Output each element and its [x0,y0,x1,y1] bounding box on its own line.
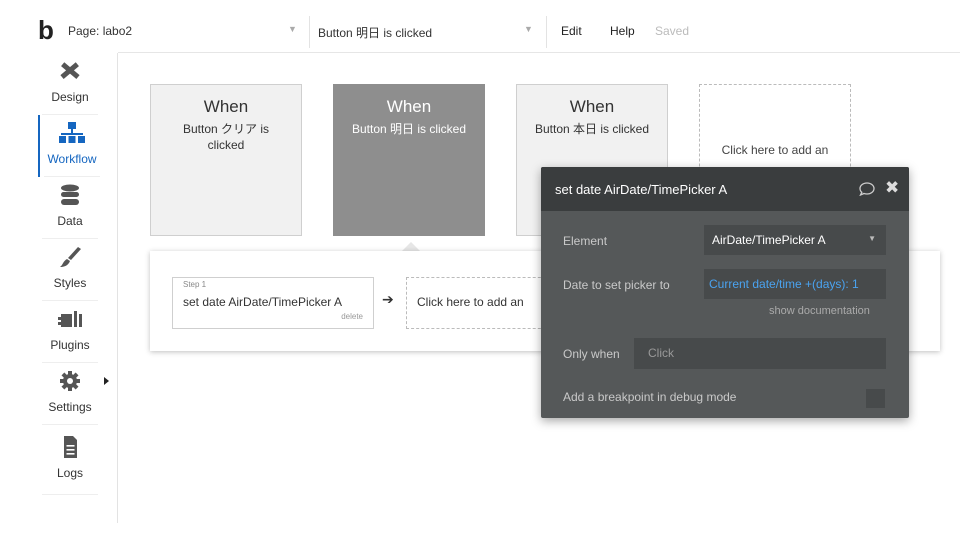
property-editor-title: set date AirDate/TimePicker A [555,182,728,197]
step-title: set date AirDate/TimePicker A [183,295,342,309]
sidebar-item-label: Logs [56,466,84,480]
selected-event-pointer [402,242,420,251]
help-menu[interactable]: Help [610,24,635,38]
step-number: Step 1 [183,280,207,289]
event-description: Button クリア is clicked [182,122,270,152]
event-card-tomorrow[interactable]: When Button 明日 is clicked [333,84,485,236]
sidebar-item-label: Plugins [50,338,90,352]
date-label: Date to set picker to [563,278,670,292]
close-icon[interactable]: ✖ [885,178,899,198]
add-action-label: Click here to add an [417,295,524,309]
database-icon [61,184,79,205]
sidebar-item-logs[interactable]: Logs [38,425,102,505]
sidebar-item-label: Styles [53,276,87,290]
event-when-label: When [569,97,615,116]
event-selector[interactable]: Button 明日 is clicked [318,24,432,41]
page-dropdown-caret-icon[interactable]: ▼ [288,24,297,34]
property-editor: set date AirDate/TimePicker A ✖ Element … [541,167,909,418]
sidebar-item-label: Workflow [47,152,97,166]
action-step-1[interactable]: Step 1 set date AirDate/TimePicker A del… [172,277,374,329]
sidebar: Design Workflow Data Styles Plugins Sett… [38,53,118,523]
sidebar-item-workflow[interactable]: Workflow [38,115,102,177]
brush-icon [60,247,81,267]
element-dropdown[interactable]: AirDate/TimePicker A ▼ [704,225,886,255]
delete-step-link[interactable]: delete [341,312,363,321]
edit-menu[interactable]: Edit [561,24,582,38]
app-root: b Page: labo2 ▼ Button 明日 is clicked ▼ E… [0,0,960,540]
sidebar-item-settings[interactable]: Settings [38,363,102,425]
show-documentation-link[interactable]: show documentation [769,305,870,317]
event-description: Button 明日 is clicked [351,122,467,136]
divider [546,16,547,48]
sidebar-item-plugins[interactable]: Plugins [38,301,102,363]
breakpoint-checkbox[interactable] [866,389,885,408]
event-when-label: When [203,97,249,116]
divider [309,16,310,48]
page-selector[interactable]: Page: labo2 [68,24,132,38]
sidebar-item-styles[interactable]: Styles [38,239,102,301]
divider [118,52,960,53]
top-bar: b Page: labo2 ▼ Button 明日 is clicked ▼ E… [0,0,960,52]
bubble-logo[interactable]: b [38,17,54,43]
document-icon [64,436,77,458]
chevron-down-icon: ▼ [868,234,876,243]
sidebar-item-label: Settings [48,400,92,414]
design-tools-icon [60,62,80,79]
breakpoint-label: Add a breakpoint in debug mode [563,390,737,404]
event-description: Button 本日 is clicked [534,122,650,136]
date-expression-value[interactable]: Current date/time +(days): 1 [709,277,859,291]
property-editor-header[interactable]: set date AirDate/TimePicker A ✖ [541,167,909,211]
sidebar-item-data[interactable]: Data [38,177,102,239]
arrow-right-icon: ➔ [382,291,394,307]
comment-icon[interactable] [859,182,875,196]
sidebar-item-label: Design [51,90,89,104]
add-event-label: Click here to add an [721,143,829,157]
gear-icon [60,371,80,391]
event-when-label: When [386,97,432,116]
sidebar-item-label: Data [57,214,83,228]
add-action-card[interactable]: Click here to add an [406,277,556,329]
element-label: Element [563,234,608,248]
date-expression-field[interactable]: Current date/time +(days): 1 [704,269,886,299]
divider [42,494,98,495]
only-when-placeholder: Click [648,346,674,360]
only-when-label: Only when [563,347,620,361]
workflow-icon [59,122,85,143]
only-when-field[interactable]: Click [634,338,886,369]
event-dropdown-caret-icon[interactable]: ▼ [524,24,533,34]
sidebar-item-design[interactable]: Design [38,53,102,115]
plugin-icon [58,311,82,327]
expand-arrow-icon[interactable] [104,377,109,385]
save-status: Saved [655,24,690,38]
element-value: AirDate/TimePicker A [712,233,826,247]
event-card-clear[interactable]: When Button クリア is clicked [150,84,302,236]
